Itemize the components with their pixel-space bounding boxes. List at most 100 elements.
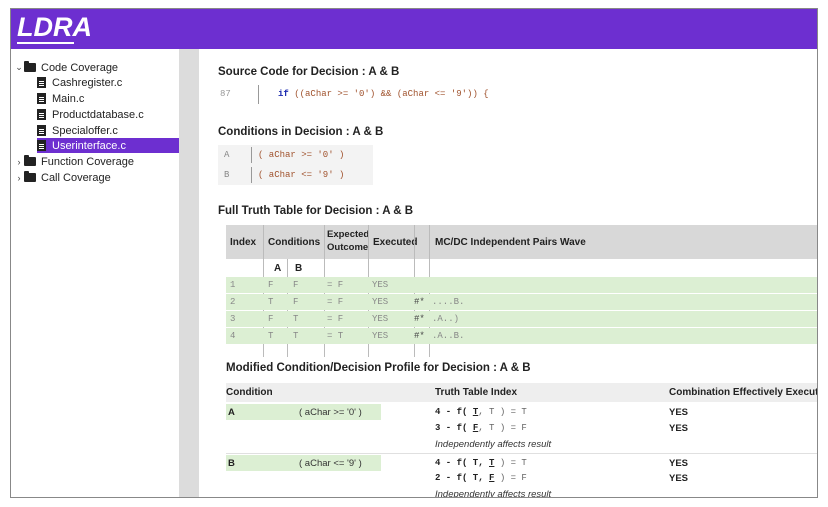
file-icon (37, 109, 46, 120)
cell-executed: YES (372, 331, 389, 341)
col-expected-line1: Expected (327, 229, 370, 240)
folder-icon (24, 155, 36, 166)
sidebar-tree: ⌄ Code Coverage Cashregister.c Main.c Pr… (11, 49, 179, 497)
tti-prefix: 3 - f( (435, 423, 473, 433)
file-icon (37, 140, 46, 151)
divider (251, 147, 252, 163)
tree-item-file[interactable]: Cashregister.c (37, 75, 177, 90)
cell-index: 2 (230, 297, 236, 307)
condition-expr: ( aChar >= '0' ) (299, 407, 362, 418)
table-row: 3 F T = F YES #* .A..) (226, 311, 817, 327)
table-row: 2 T F = F YES #* ....B. (226, 294, 817, 310)
col-executed: Executed (373, 237, 418, 248)
exec-value: YES (669, 473, 689, 484)
tree-item-label: Specialoffer.c (52, 124, 118, 137)
tree-item-label: Cashregister.c (52, 76, 123, 89)
cell-b: T (293, 314, 299, 324)
independence-note: Independently affects result (435, 489, 552, 498)
divider (251, 167, 252, 183)
tree-item-label: Code Coverage (41, 61, 119, 74)
mcdc-condition-b: B ( aChar <= '9' ) (226, 455, 381, 471)
ldra-logo: LDRA (17, 12, 92, 42)
cell-mark: #* (414, 314, 425, 324)
mcdc-title: Modified Condition/Decision Profile for … (226, 362, 531, 374)
cell-mark: #* (414, 297, 425, 307)
tree-item-label: Userinterface.c (52, 139, 126, 152)
app-window: LDRA ⌄ Code Coverage Cashregister.c Main… (10, 8, 818, 498)
table-row: 1 F F = F YES (226, 277, 817, 293)
col-condition: Condition (226, 387, 273, 398)
chevron-down-icon[interactable]: ⌄ (14, 62, 24, 73)
condition-name: A (228, 407, 235, 418)
tti-line: 2 - f( T, F ) = F (435, 473, 527, 483)
logo-underline (17, 42, 74, 44)
tree-item-call-coverage[interactable]: › Call Coverage (14, 170, 111, 185)
cell-a: F (268, 280, 274, 290)
tree-item-label: Call Coverage (41, 171, 111, 184)
tti-line: 4 - f( T, T ) = T (435, 458, 527, 468)
chevron-right-icon[interactable]: › (14, 173, 24, 183)
cell-a: T (268, 331, 274, 341)
tti-suffix: , T ) = F (478, 423, 527, 433)
condition-label: A (224, 150, 230, 160)
tree-item-file[interactable]: Specialoffer.c (37, 123, 177, 138)
condition-label: B (224, 170, 230, 180)
cell-outcome: = F (327, 297, 344, 307)
tree-item-file-selected[interactable]: Userinterface.c (37, 138, 179, 153)
col-combination-executed: Combination Effectively Executed (669, 387, 818, 398)
cell-index: 1 (230, 280, 236, 290)
exec-value: YES (669, 423, 689, 434)
condition-row: B ( aChar <= '9' ) (218, 165, 373, 185)
tree-item-label: Main.c (52, 92, 85, 105)
mcdc-header: Condition Truth Table Index Combination … (226, 383, 818, 402)
col-a: A (274, 263, 282, 274)
divider (226, 453, 817, 454)
tti-line: 4 - f( T, T ) = T (435, 407, 527, 417)
cell-mark: #* (414, 331, 425, 341)
cell-b: T (293, 331, 299, 341)
cell-outcome: = F (327, 314, 344, 324)
tree-item-file[interactable]: Productdatabase.c (37, 107, 177, 122)
tree-item-function-coverage[interactable]: › Function Coverage (14, 154, 134, 169)
condition-expr: ( aChar <= '9' ) (299, 458, 362, 469)
col-index: Index (230, 237, 257, 248)
col-pairs: MC/DC Independent Pairs Wave (435, 237, 586, 248)
cell-executed: YES (372, 280, 389, 290)
top-bar: LDRA (11, 9, 817, 49)
cell-a: T (268, 297, 274, 307)
cell-outcome: = F (327, 280, 344, 290)
conditions-list: A ( aChar >= '0' ) B ( aChar <= '9' ) (218, 145, 373, 185)
cell-executed: YES (372, 314, 389, 324)
exec-value: YES (669, 458, 689, 469)
condition-name: B (228, 458, 235, 469)
cell-a: F (268, 314, 274, 324)
cell-outcome: = T (327, 331, 344, 341)
tti-line: 3 - f( F, T ) = F (435, 423, 527, 433)
tti-prefix: 2 - f( T, (435, 473, 490, 483)
tree-item-label: Productdatabase.c (52, 108, 144, 121)
chevron-right-icon[interactable]: › (14, 157, 24, 167)
file-icon (37, 77, 46, 88)
folder-icon (24, 61, 36, 72)
conditions-title: Conditions in Decision : A & B (218, 126, 384, 138)
code-expression: ((aChar >= '0') && (aChar <= '9')) { (294, 89, 489, 99)
tree-item-file[interactable]: Main.c (37, 91, 177, 106)
condition-expr: ( aChar >= '0' ) (258, 150, 345, 160)
tree-item-label: Function Coverage (41, 155, 134, 168)
cell-executed: YES (372, 297, 389, 307)
tti-suffix: ) = T (494, 458, 527, 468)
file-icon (37, 125, 46, 136)
panel-splitter[interactable] (179, 49, 199, 497)
table-row: 4 T T = T YES #* .A..B. (226, 328, 817, 344)
truth-table-header: Index Conditions Expected Outcome Execut… (226, 225, 817, 259)
cell-pairs: .A..) (432, 314, 460, 324)
tree-item-code-coverage[interactable]: ⌄ Code Coverage (14, 60, 118, 75)
cell-b: F (293, 280, 299, 290)
code-keyword: if (278, 89, 289, 99)
col-conditions: Conditions (268, 237, 321, 248)
tti-suffix: , T ) = T (478, 407, 527, 417)
truth-table-subheader: A B (226, 259, 817, 277)
line-number: 87 (220, 89, 231, 99)
source-code-line: 87 if ((aChar >= '0') && (aChar <= '9'))… (218, 85, 518, 104)
file-icon (37, 93, 46, 104)
